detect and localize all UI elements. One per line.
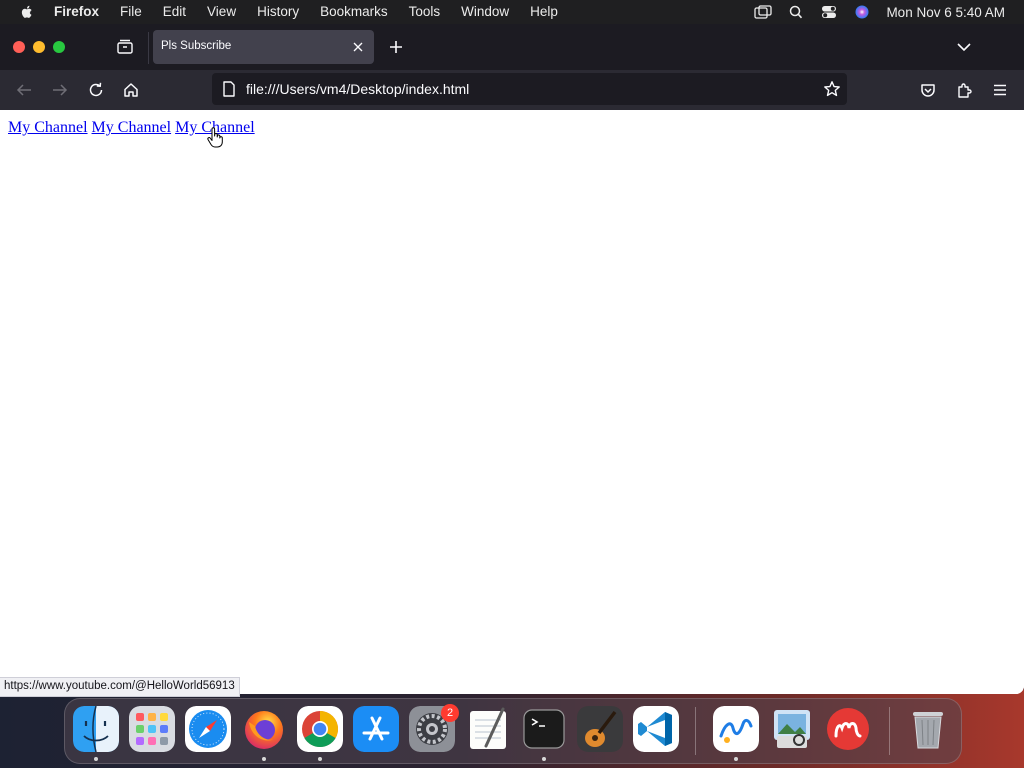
finder-icon[interactable]: [73, 706, 119, 752]
list-all-tabs-icon[interactable]: [956, 39, 972, 55]
zoom-window-button[interactable]: [53, 41, 65, 53]
url-bar[interactable]: file:///Users/vm4/Desktop/index.html: [212, 73, 847, 105]
navigation-toolbar: file:///Users/vm4/Desktop/index.html: [0, 70, 1024, 110]
control-center-icon[interactable]: [820, 5, 838, 19]
tab-bar: Pls Subscribe: [0, 24, 1024, 70]
apple-menu-icon[interactable]: [19, 4, 35, 20]
launchpad-icon[interactable]: [129, 706, 175, 752]
freeform-icon[interactable]: [713, 706, 759, 752]
menu-help[interactable]: Help: [530, 0, 558, 24]
menubar-status-area: Mon Nov 6 5:40 AM: [754, 0, 1024, 24]
menu-file[interactable]: File: [120, 0, 142, 24]
menu-edit[interactable]: Edit: [163, 0, 186, 24]
bookmark-star-icon[interactable]: [823, 80, 841, 98]
menu-app-name[interactable]: Firefox: [54, 0, 99, 24]
forward-icon[interactable]: [51, 81, 69, 99]
firefox-window: Pls Subscribe file:///Users/vm4/Desktop/…: [0, 24, 1024, 694]
menubar-clock[interactable]: Mon Nov 6 5:40 AM: [886, 5, 1005, 20]
back-icon[interactable]: [15, 81, 33, 99]
menu-bar: Firefox File Edit View History Bookmarks…: [0, 0, 1024, 24]
my-channel-link[interactable]: My Channel: [92, 119, 172, 136]
tab-title: Pls Subscribe: [161, 40, 232, 52]
pocket-icon[interactable]: [919, 81, 937, 99]
tab-active[interactable]: Pls Subscribe: [153, 30, 374, 64]
trash-icon[interactable]: [905, 706, 951, 752]
terminal-running-indicator: [542, 757, 546, 761]
safari-icon[interactable]: [185, 706, 231, 752]
vscode-icon[interactable]: [633, 706, 679, 752]
extensions-icon[interactable]: [955, 81, 973, 99]
app-store-icon[interactable]: [353, 706, 399, 752]
menu-view[interactable]: View: [207, 0, 236, 24]
minimize-window-button[interactable]: [33, 41, 45, 53]
finder-running-indicator: [94, 757, 98, 761]
siri-icon[interactable]: [853, 5, 871, 19]
spotlight-search-icon[interactable]: [787, 5, 805, 19]
firefox-icon[interactable]: [241, 706, 287, 752]
close-window-button[interactable]: [13, 41, 25, 53]
chrome-running-indicator: [318, 757, 322, 761]
firefox-view-icon[interactable]: [116, 39, 134, 55]
dock: [64, 698, 962, 764]
garageband-icon[interactable]: [577, 706, 623, 752]
preview-icon[interactable]: [769, 706, 815, 752]
menu-history[interactable]: History: [257, 0, 299, 24]
notification-badge: 2: [441, 704, 459, 722]
terminal-icon[interactable]: [521, 706, 567, 752]
freeform-running-indicator: [734, 757, 738, 761]
menu-tools[interactable]: Tools: [409, 0, 441, 24]
firefox-running-indicator: [262, 757, 266, 761]
menu-bookmarks[interactable]: Bookmarks: [320, 0, 388, 24]
app-menu-icon[interactable]: [991, 81, 1009, 99]
reload-icon[interactable]: [87, 81, 105, 99]
close-tab-icon[interactable]: [352, 41, 364, 53]
dock-separator: [695, 707, 696, 755]
page-icon: [223, 81, 235, 97]
dock-separator: [889, 707, 890, 755]
url-text[interactable]: file:///Users/vm4/Desktop/index.html: [246, 81, 469, 97]
new-tab-icon[interactable]: [388, 39, 404, 55]
page-content: My Channel My Channel My Channel: [0, 110, 1024, 694]
hand-pointer-cursor-icon: [207, 127, 223, 148]
my-channel-link[interactable]: My Channel: [8, 119, 88, 136]
status-url-overlay: https://www.youtube.com/@HelloWorld56913: [0, 677, 240, 697]
screen-mirroring-icon[interactable]: [754, 5, 773, 19]
menu-window[interactable]: Window: [461, 0, 509, 24]
textedit-icon[interactable]: [465, 706, 511, 752]
tab-separator: [148, 32, 149, 64]
mendeley-icon[interactable]: [825, 706, 871, 752]
chrome-icon[interactable]: [297, 706, 343, 752]
home-icon[interactable]: [122, 81, 140, 99]
